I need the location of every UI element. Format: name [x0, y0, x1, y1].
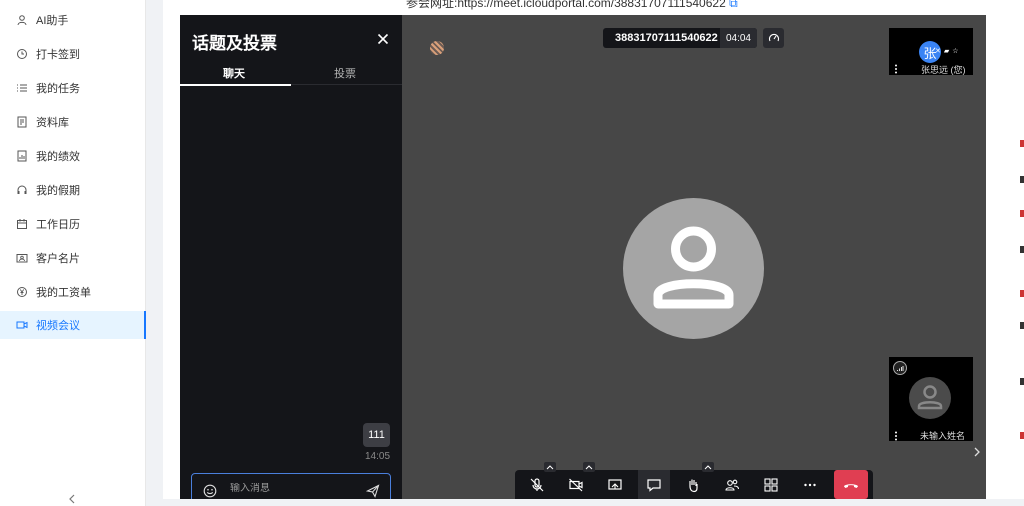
calendar-icon [16, 218, 28, 230]
participant-name: 未输入姓名 [920, 431, 966, 441]
list-icon [16, 82, 28, 94]
participant-tile-guest[interactable]: 未输入姓名 [889, 357, 973, 441]
edge-mark [1020, 246, 1024, 253]
person-icon [653, 226, 734, 309]
collapse-chevron-icon[interactable] [66, 492, 78, 504]
bottom-bar [146, 499, 1024, 506]
sidebar-item-ai-assistant[interactable]: AI助手 [0, 6, 146, 34]
hand-icon [689, 479, 698, 492]
chat-button[interactable] [638, 470, 670, 499]
right-edge-strip [1009, 0, 1024, 506]
hang-up-button[interactable] [834, 470, 868, 499]
mic-off-icon [530, 477, 544, 491]
emoji-icon[interactable] [203, 484, 217, 498]
share-screen-icon [608, 478, 622, 490]
camera-off-button[interactable] [560, 470, 592, 499]
meeting-id: 38831707111540622 [615, 32, 718, 44]
sidebar-item-label: 视频会议 [36, 320, 80, 332]
send-icon[interactable] [365, 484, 380, 498]
chat-input-box [191, 473, 391, 499]
raise-hand-button[interactable] [677, 470, 709, 499]
meeting-timer: 04:04 [719, 28, 757, 48]
presenter-avatar-icon [430, 41, 444, 55]
star-icon: ☆ [952, 48, 959, 55]
close-icon[interactable] [376, 32, 390, 46]
mic-muted-button[interactable] [521, 470, 553, 499]
chart-doc-icon [16, 150, 28, 162]
sidebar-item-label: 我的工资单 [36, 287, 91, 299]
edge-mark [1020, 210, 1024, 217]
edge-mark [1020, 432, 1024, 439]
participant-tile-self[interactable]: 张 ✕ ▰ ☆ 张思远 (您) [889, 28, 973, 75]
sidebar-item-label: 我的任务 [36, 83, 80, 95]
sidebar-item-label: 工作日历 [36, 219, 80, 231]
mic-muted-icon: ✕ [935, 48, 941, 55]
sidebar-item-business-cards[interactable]: 客户名片 [0, 244, 146, 272]
sidebar-item-checkin[interactable]: 打卡签到 [0, 40, 146, 68]
edge-mark [1020, 176, 1024, 183]
signal-strength-icon [893, 361, 907, 375]
participants-button[interactable] [716, 470, 748, 499]
clock-icon [16, 48, 28, 60]
chevron-right-icon[interactable] [972, 445, 982, 457]
copy-icon[interactable]: ⧉ [729, 0, 738, 10]
more-vertical-icon[interactable] [894, 428, 898, 441]
participant-status-icons: ✕ ▰ ☆ [935, 47, 959, 55]
chat-panel: 话题及投票 聊天 投票 111 14:05 [180, 15, 402, 499]
sidebar-item-label: 客户名片 [36, 253, 80, 265]
tab-underline [180, 84, 291, 86]
user-icon [16, 14, 28, 26]
sidebar-item-payslip[interactable]: 我的工资单 [0, 278, 146, 306]
edge-mark [1020, 378, 1024, 385]
edge-mark [1020, 322, 1024, 329]
performance-gauge-icon[interactable] [763, 28, 784, 48]
chat-message-input[interactable] [230, 483, 350, 494]
edge-mark [1020, 140, 1024, 147]
camera-off-icon [569, 478, 583, 491]
more-options-button[interactable] [794, 470, 826, 499]
meeting-toolbar [515, 462, 873, 499]
sidebar-item-calendar[interactable]: 工作日历 [0, 210, 146, 238]
participant-name: 张思远 (您) [921, 65, 966, 75]
sidebar-item-leave[interactable]: 我的假期 [0, 176, 146, 204]
video-icon [16, 319, 28, 331]
participant-avatar [909, 377, 951, 419]
participants-icon [725, 479, 740, 491]
grid-icon [764, 477, 778, 492]
sidebar-item-label: 我的假期 [36, 185, 80, 197]
headphones-icon [16, 184, 28, 196]
sidebar-item-label: AI助手 [36, 15, 69, 27]
sidebar-item-label: 我的绩效 [36, 151, 80, 163]
meeting-url: 参会网址:https://meet.icloudportal.com/38831… [406, 0, 738, 11]
sidebar-item-tasks[interactable]: 我的任务 [0, 74, 146, 102]
meeting-info-bar: 38831707111540622 04:04 [603, 28, 757, 48]
sidebar-item-label: 打卡签到 [36, 49, 80, 61]
tab-vote[interactable]: 投票 [334, 65, 356, 81]
chat-message-time: 14:05 [365, 451, 391, 462]
sidebar-item-video-meeting[interactable]: 视频会议 [0, 311, 146, 339]
chat-panel-title: 话题及投票 [192, 34, 277, 53]
more-vertical-icon[interactable] [894, 61, 898, 74]
meeting-frame: 话题及投票 聊天 投票 111 14:05 38831707111540622 … [180, 15, 986, 499]
more-horizontal-icon [804, 483, 816, 486]
yen-icon [16, 286, 28, 298]
sidebar: AI助手 打卡签到 我的任务 资料库 我的绩效 我的假期 工作日历 客户名片 我… [0, 0, 146, 506]
sidebar-item-performance[interactable]: 我的绩效 [0, 142, 146, 170]
hang-up-icon [844, 483, 858, 488]
camera-off-icon: ▰ [943, 48, 950, 55]
document-icon [16, 116, 28, 128]
sidebar-item-library[interactable]: 资料库 [0, 108, 146, 136]
chat-tabs: 聊天 投票 [180, 61, 402, 85]
meeting-url-text: 参会网址:https://meet.icloudportal.com/38831… [406, 0, 726, 10]
tile-view-button[interactable] [755, 470, 787, 499]
share-screen-button[interactable] [599, 470, 631, 499]
sidebar-item-label: 资料库 [36, 117, 69, 129]
participant-avatar-large [623, 198, 764, 339]
edge-mark [1020, 290, 1024, 297]
chat-message: 111 [363, 423, 390, 447]
card-icon [16, 252, 28, 264]
chat-icon [647, 478, 661, 492]
tab-chat[interactable]: 聊天 [223, 65, 245, 81]
